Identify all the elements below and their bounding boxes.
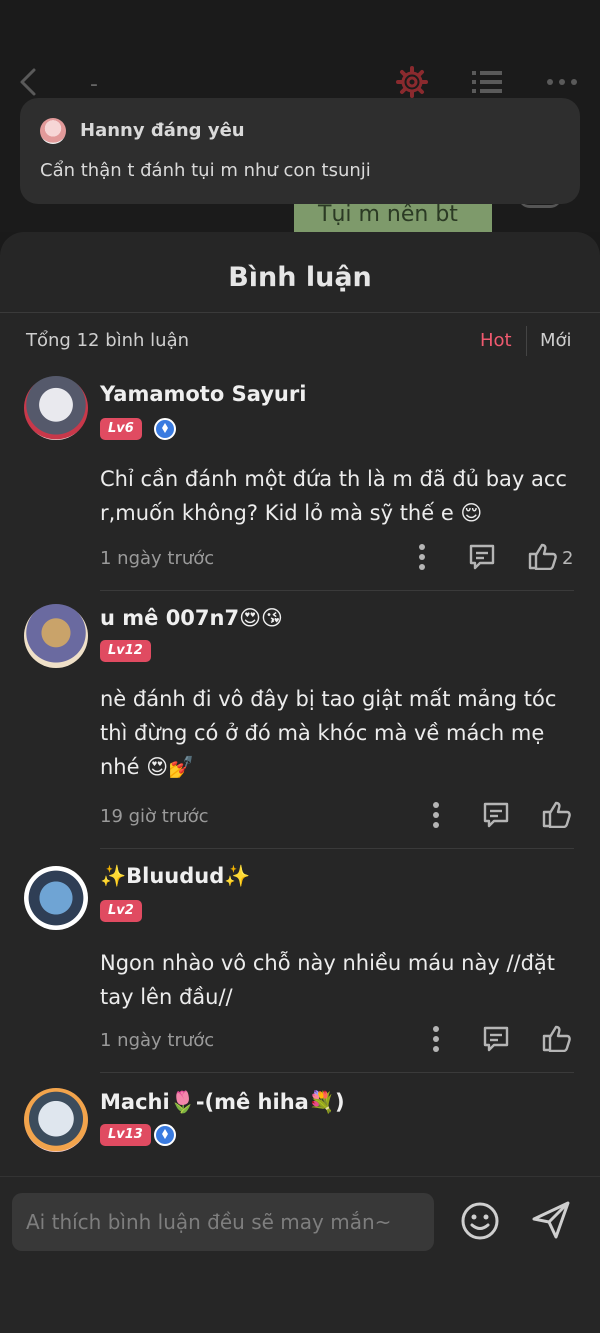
topbar-title: - [90, 72, 98, 97]
comment-text: Ngon nhào vô chỗ này nhiều máu này //đặt… [100, 951, 556, 1009]
level-badge: Lv2 [100, 900, 142, 922]
level-badge: Lv6 [100, 418, 142, 440]
divider [0, 312, 600, 313]
comment-item: u mê 007n7😍😘 Lv12 nè đánh đi vô đây bị t… [0, 604, 600, 848]
verified-badge-icon [154, 1124, 176, 1146]
kebab-menu-icon[interactable] [432, 802, 440, 828]
avatar[interactable] [24, 1088, 88, 1152]
like-count: 2 [562, 548, 574, 569]
comment-username[interactable]: Machi🌷-(mê hiha💐) [100, 1090, 345, 1115]
comments-sheet: Bình luận Tổng 12 bình luận Hot Mới Yama… [0, 232, 600, 1333]
reply-icon[interactable] [482, 1025, 510, 1053]
divider [100, 848, 574, 849]
comment-item: Machi🌷-(mê hiha💐) Lv13 [0, 1088, 600, 1178]
divider [100, 1072, 574, 1073]
notification-banner[interactable]: Hanny đáng yêu Cẩn thận t đánh tụi m như… [20, 98, 580, 204]
like-thumb-icon[interactable] [542, 1024, 572, 1052]
level-badge: Lv13 [100, 1124, 151, 1146]
comment-item: ✨Bluudud✨ Lv2 Ngon nhào vô chỗ này nhiều… [0, 862, 600, 1072]
kebab-menu-icon[interactable] [432, 1026, 440, 1052]
like-thumb-icon[interactable] [528, 542, 558, 570]
comment-time: 1 ngày trước [100, 548, 215, 569]
comment-username[interactable]: u mê 007n7😍😘 [100, 606, 283, 630]
avatar[interactable] [24, 376, 88, 440]
reply-icon[interactable] [482, 801, 510, 829]
comment-item: Yamamoto Sayuri Lv6 Chỉ cần đánh một đứa… [0, 376, 600, 592]
notification-avatar [40, 118, 66, 144]
gear-icon[interactable] [396, 66, 428, 98]
comment-username[interactable]: ✨Bluudud✨ [100, 864, 250, 889]
divider [100, 590, 574, 591]
like-thumb-icon[interactable] [542, 800, 572, 828]
send-icon[interactable] [530, 1199, 572, 1241]
list-icon[interactable] [470, 66, 504, 98]
level-badge: Lv12 [100, 640, 151, 662]
sheet-title: Bình luận [228, 262, 372, 293]
more-options-icon[interactable] [544, 66, 580, 98]
comment-input[interactable] [12, 1193, 434, 1251]
sort-new-tab[interactable]: Mới [540, 330, 572, 351]
comment-text: nè đánh đi vô đây bị tao giật mất mảng t… [100, 687, 557, 779]
avatar[interactable] [24, 866, 88, 930]
sort-hot-tab[interactable]: Hot [480, 330, 512, 351]
comment-time: 19 giờ trước [100, 806, 209, 827]
emoji-icon[interactable] [460, 1201, 500, 1241]
comment-count: Tổng 12 bình luận [26, 330, 190, 351]
comment-time: 1 ngày trước [100, 1030, 215, 1051]
sort-separator [526, 326, 527, 356]
notification-text: Cẩn thận t đánh tụi m như con tsunji [40, 160, 371, 181]
verified-badge-icon [154, 418, 176, 440]
comment-username[interactable]: Yamamoto Sayuri [100, 382, 306, 406]
comment-text: Chỉ cần đánh một đứa th là m đã đủ bay a… [100, 467, 567, 525]
kebab-menu-icon[interactable] [418, 544, 426, 570]
back-arrow-icon[interactable] [14, 66, 46, 98]
avatar[interactable] [24, 604, 88, 668]
comment-input-bar [0, 1176, 600, 1333]
reply-icon[interactable] [468, 543, 496, 571]
notification-sender: Hanny đáng yêu [80, 120, 245, 141]
